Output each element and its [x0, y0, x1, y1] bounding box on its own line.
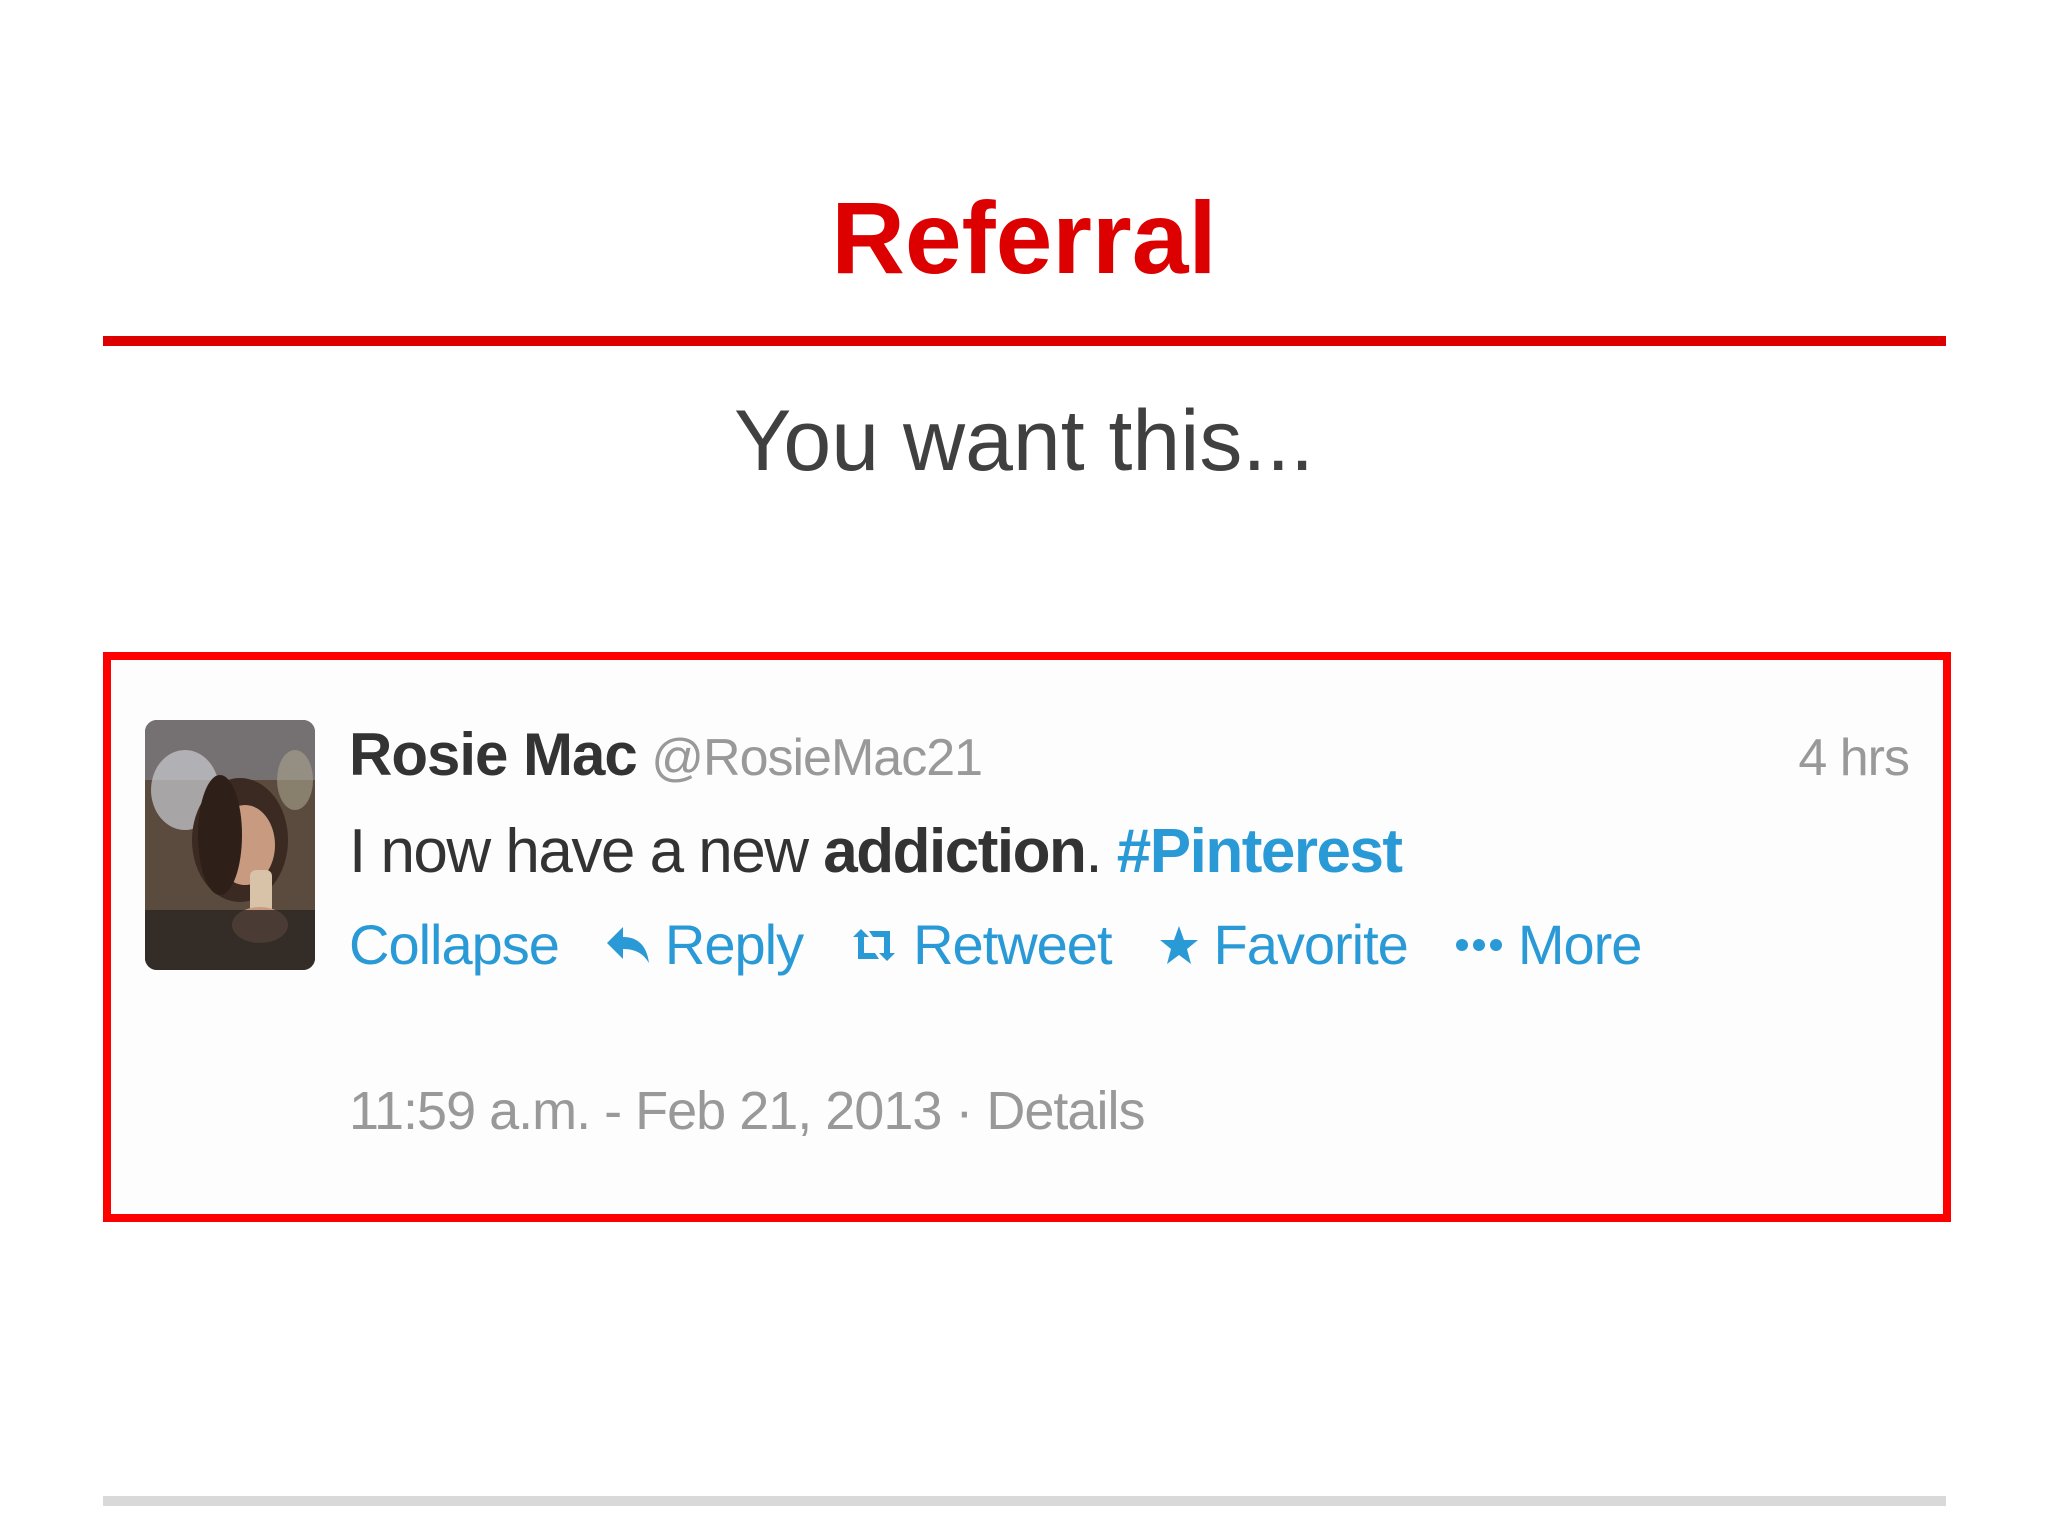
favorite-button[interactable]: Favorite	[1158, 912, 1409, 977]
tweet-text-period: .	[1085, 817, 1117, 886]
tweet-text-plain: I now have a new	[349, 817, 824, 886]
dots-icon	[1454, 935, 1504, 955]
author-handle[interactable]: @RosieMac21	[651, 729, 983, 787]
avatar[interactable]	[145, 720, 315, 970]
more-button[interactable]: More	[1454, 912, 1642, 977]
tweet-time[interactable]: 4 hrs	[1798, 728, 1910, 788]
tweet-header: Rosie Mac @RosieMac21	[349, 720, 983, 800]
details-link[interactable]: Details	[986, 1081, 1145, 1141]
retweet-label: Retweet	[913, 913, 1112, 976]
favorite-label: Favorite	[1213, 913, 1409, 976]
author-name[interactable]: Rosie Mac	[349, 721, 638, 788]
title-divider	[103, 336, 1946, 346]
tweet-card: Rosie Mac @RosieMac21 4 hrs I now have a…	[103, 652, 1951, 1222]
meta-separator: ·	[941, 1081, 987, 1141]
profile-photo	[145, 720, 315, 970]
reply-button[interactable]: Reply	[605, 912, 804, 977]
slide-subtitle: You want this...	[733, 393, 1315, 489]
bottom-divider	[103, 1496, 1946, 1506]
tweet-text-strong: addiction	[823, 817, 1087, 886]
tweet-text: I now have a new addiction. #Pinterest	[349, 816, 1403, 887]
retweet-icon	[849, 925, 899, 965]
tweet-meta: 11:59 a.m. - Feb 21, 2013 · Details	[349, 1080, 1145, 1142]
hashtag-link[interactable]: #Pinterest	[1117, 817, 1403, 886]
reply-arrow-icon	[605, 925, 651, 965]
slide-title: Referral	[831, 181, 1217, 295]
reply-label: Reply	[664, 913, 804, 976]
tweet-timestamp[interactable]: 11:59 a.m. - Feb 21, 2013	[349, 1081, 942, 1141]
retweet-button[interactable]: Retweet	[849, 912, 1113, 977]
tweet-actions: Collapse Reply Retweet Favorite More	[349, 912, 1687, 977]
star-icon	[1158, 924, 1200, 966]
collapse-label: Collapse	[349, 913, 560, 976]
more-label: More	[1517, 913, 1643, 976]
collapse-button[interactable]: Collapse	[349, 912, 560, 977]
